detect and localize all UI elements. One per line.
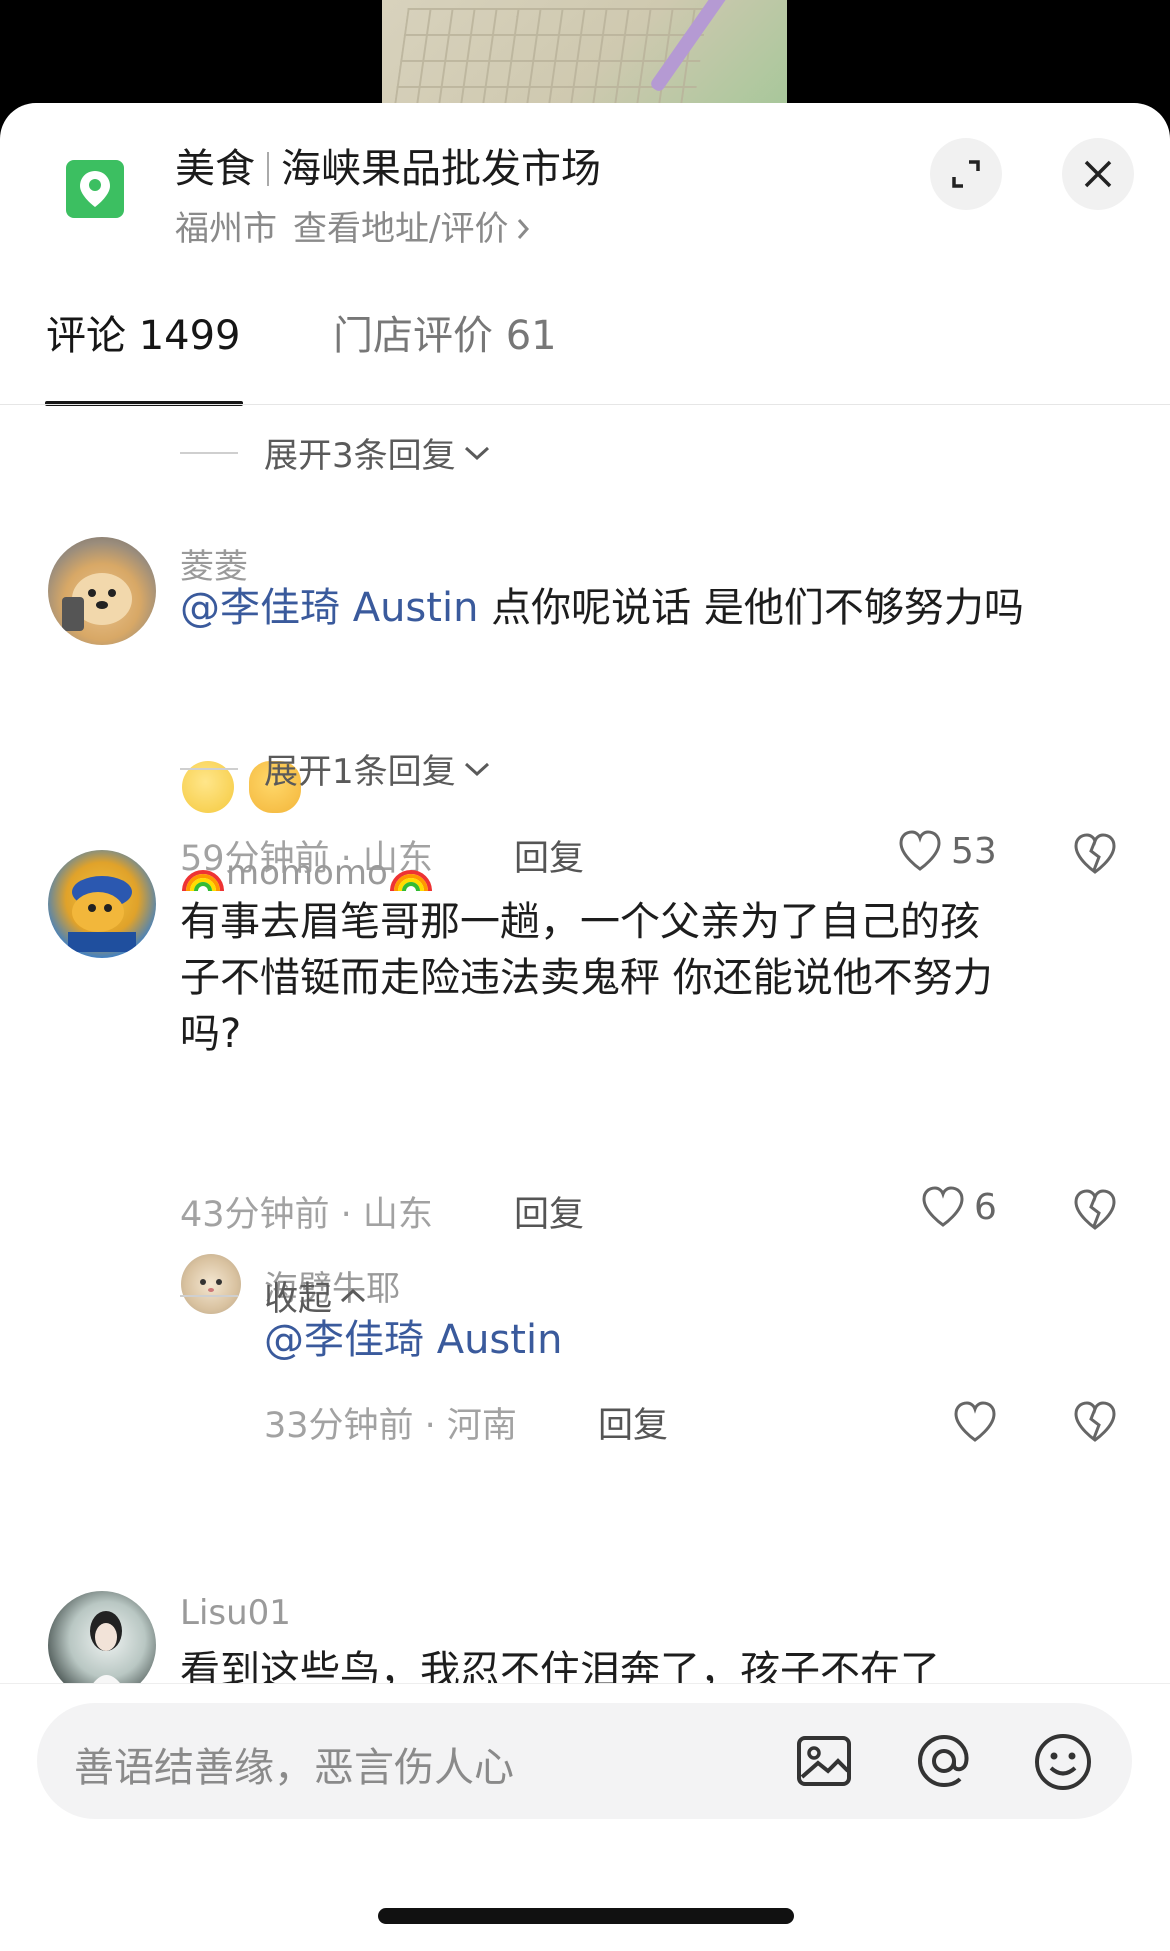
avatar[interactable]: [48, 850, 156, 958]
chevron-right-icon: [518, 219, 530, 239]
comments-scroll-area[interactable]: 美食 海峡果品批发市场 福州市 查看地址/评价 评论 1499 门店评价 61 展开…: [0, 103, 1170, 1683]
emoji-icon[interactable]: [1032, 1731, 1094, 1793]
location-pin-icon[interactable]: [66, 160, 124, 218]
expand-replies-label: 展开3条回复: [264, 436, 456, 476]
address-link-label: 查看地址/评价: [293, 209, 509, 249]
tab-comments[interactable]: 评论 1499: [46, 303, 241, 361]
broken-heart-icon[interactable]: [1072, 832, 1118, 876]
comment-line: 子不惜铤而走险违法卖鬼秤 你还能说他不努力: [180, 955, 993, 1001]
comment-text: 看到这些鸟，我忍不住泪奔了，孩子不在了: [180, 1648, 940, 1683]
expand-replies-button[interactable]: 展开3条回复: [180, 428, 492, 477]
comment-input-placeholder: 善语结善缘，恶言伤人心: [74, 1745, 514, 1791]
broken-heart-icon[interactable]: [1072, 1400, 1118, 1444]
avatar[interactable]: [48, 537, 156, 645]
collapse-label: 收起: [264, 1279, 332, 1319]
rainbow-emoji-icon: [182, 870, 224, 892]
username-label: momomo: [226, 853, 388, 893]
image-icon[interactable]: [794, 1731, 854, 1791]
expand-replies-label: 展开1条回复: [264, 752, 456, 792]
broken-heart-icon[interactable]: [1072, 1188, 1118, 1232]
category-label: 美食: [175, 146, 255, 192]
dog-avatar-art: [62, 573, 132, 631]
comment-input[interactable]: 善语结善缘，恶言伤人心: [37, 1703, 1132, 1819]
title-divider: [267, 152, 269, 186]
divider-dash: [180, 1294, 238, 1297]
address-link[interactable]: 查看地址/评价: [293, 209, 532, 249]
comment-username[interactable]: Lisu01: [180, 1593, 291, 1633]
like-count: 6: [974, 1186, 997, 1228]
reply-button[interactable]: 回复: [598, 1397, 668, 1448]
avatar[interactable]: [48, 1591, 156, 1683]
divider-dash: [180, 451, 238, 454]
chevron-down-icon: [464, 446, 489, 460]
person-avatar-art: [90, 1611, 122, 1683]
expand-replies-button[interactable]: 展开1条回复: [180, 744, 492, 793]
heart-icon: [922, 1186, 964, 1227]
comment-text: @李佳琦 Austin 点你呢说话 是他们不够努力吗: [180, 580, 1110, 636]
store-subtitle: 福州市 查看地址/评价: [175, 201, 532, 250]
comment-meta: 43分钟前 · 山东: [180, 1195, 433, 1235]
comment-body: 点你呢说话 是他们不够努力吗: [478, 585, 1024, 631]
collapse-replies-button[interactable]: 收起: [180, 1271, 368, 1320]
heart-icon: [899, 830, 941, 871]
rainbow-emoji-icon: [389, 870, 432, 892]
comment-username[interactable]: momomo: [180, 853, 434, 893]
divider-dash: [180, 767, 238, 770]
mention-link[interactable]: @李佳琦 Austin: [264, 1317, 562, 1363]
like-button[interactable]: 6: [920, 1185, 997, 1229]
store-title[interactable]: 美食 海峡果品批发市场: [175, 136, 601, 194]
video-thumbnail: [382, 0, 787, 110]
like-button[interactable]: 53: [897, 829, 997, 873]
expand-icon: [952, 160, 980, 188]
city-label: 福州市: [175, 209, 277, 249]
chevron-up-icon: [340, 1288, 366, 1302]
mention-link[interactable]: @李佳琦 Austin: [180, 585, 478, 631]
comment-line: 有事去眉笔哥那一趟，一个父亲为了自己的孩: [180, 899, 980, 945]
input-divider: [0, 1683, 1170, 1684]
close-button[interactable]: [1062, 138, 1134, 210]
home-indicator: [378, 1908, 794, 1924]
expand-button[interactable]: [930, 138, 1002, 210]
heart-icon[interactable]: [952, 1400, 998, 1444]
comment-line: 吗?: [180, 1011, 242, 1057]
comments-sheet: 美食 海峡果品批发市场 福州市 查看地址/评价 评论 1499 门店评价 61 展开…: [0, 103, 1170, 1951]
store-name: 海峡果品批发市场: [281, 146, 601, 192]
reply-button[interactable]: 回复: [514, 1186, 584, 1237]
comment-text: 有事去眉笔哥那一趟，一个父亲为了自己的孩 子不惜铤而走险违法卖鬼秤 你还能说他不…: [180, 894, 1140, 1062]
reply-meta: 33分钟前 · 河南: [264, 1406, 517, 1446]
cartoon-avatar-art: [68, 876, 136, 952]
reply-button[interactable]: 回复: [514, 830, 584, 881]
tabs-divider: [0, 404, 1170, 405]
like-count: 53: [951, 830, 997, 872]
chevron-down-icon: [464, 762, 489, 776]
at-icon[interactable]: [914, 1731, 974, 1791]
close-icon: [1084, 160, 1112, 188]
tab-store-reviews[interactable]: 门店评价 61: [333, 303, 557, 361]
reply-text: @李佳琦 Austin: [264, 1312, 562, 1368]
